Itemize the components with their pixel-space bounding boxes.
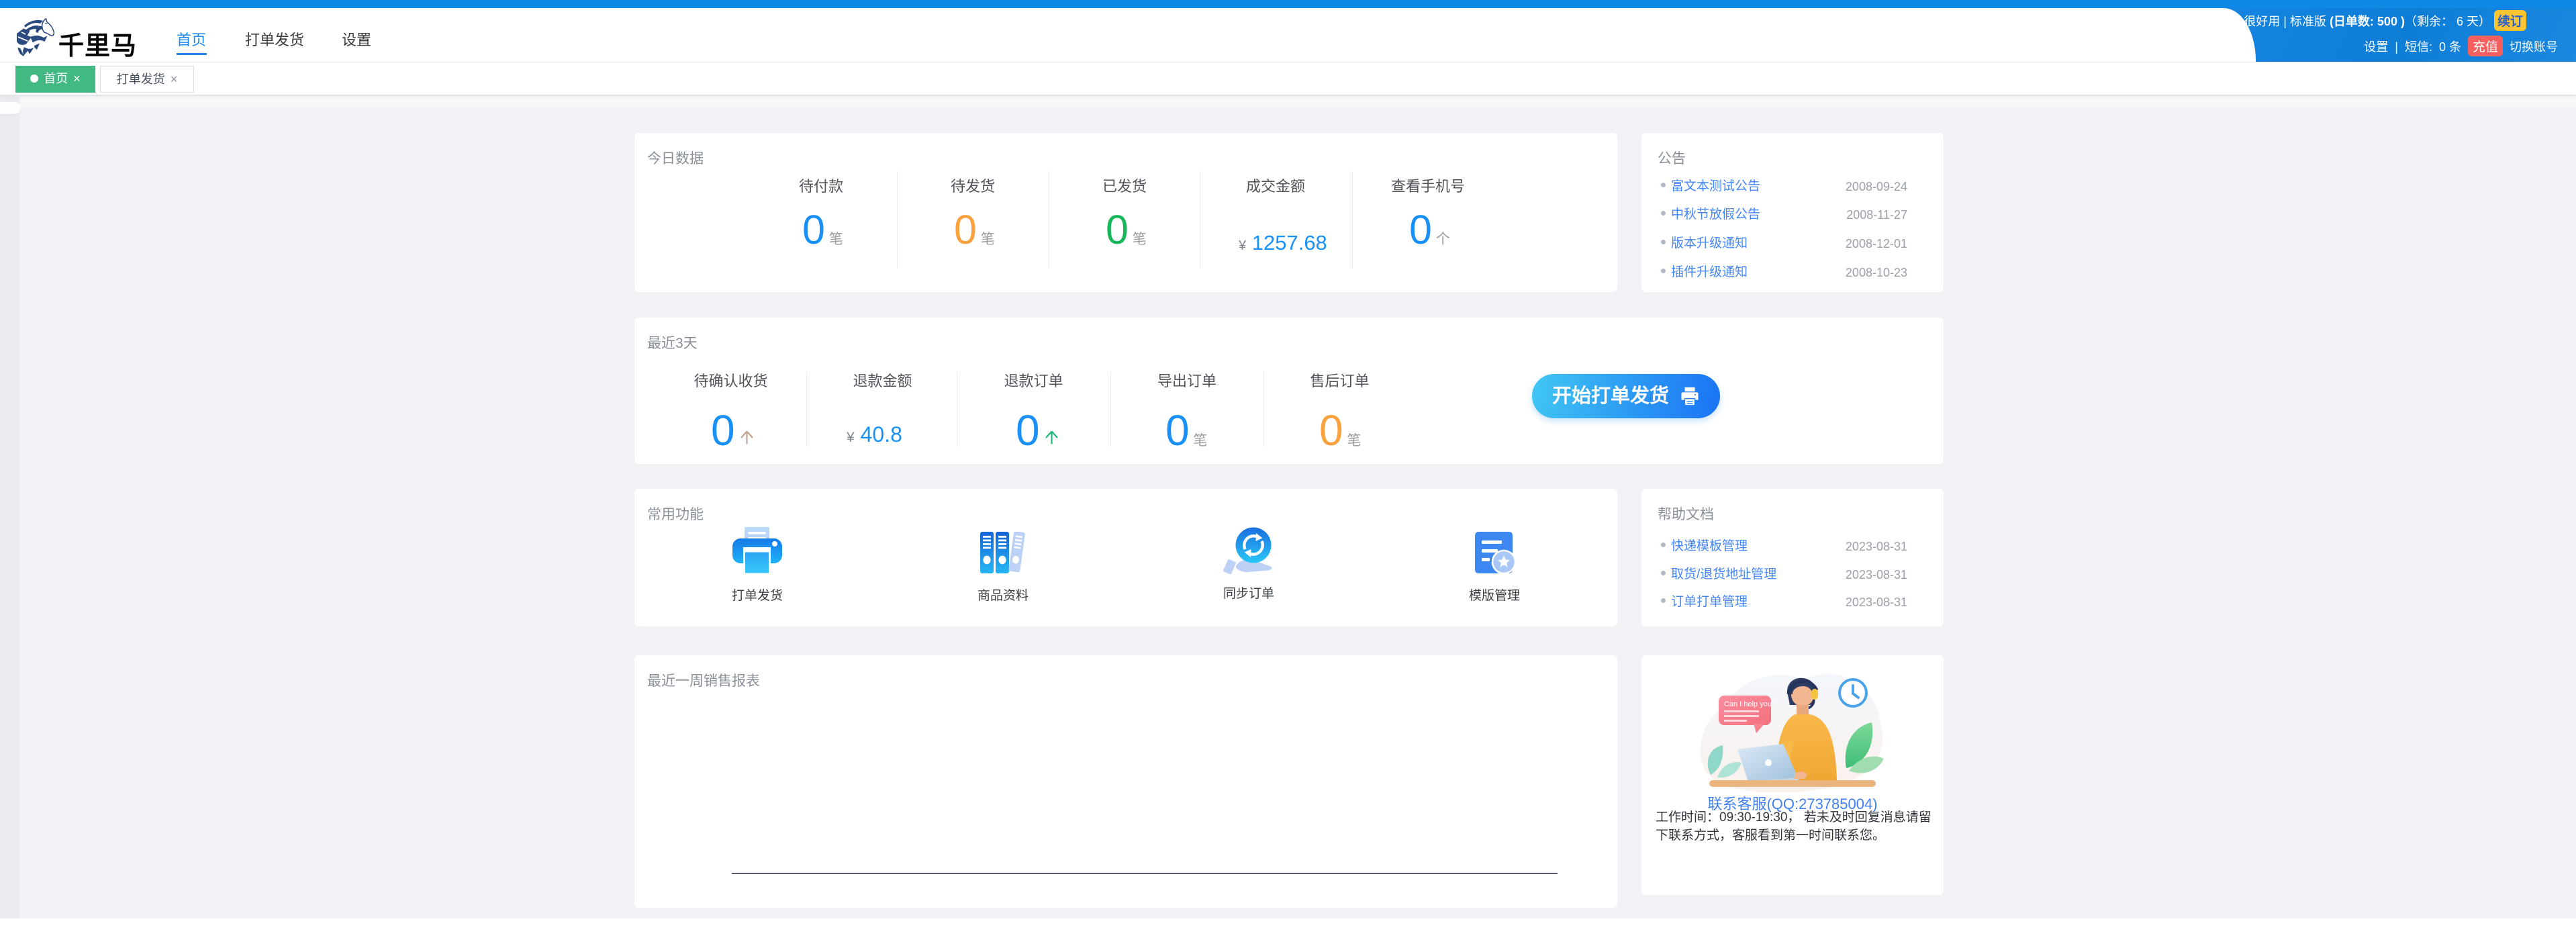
- svg-text:Can I help you?: Can I help you?: [1724, 700, 1776, 708]
